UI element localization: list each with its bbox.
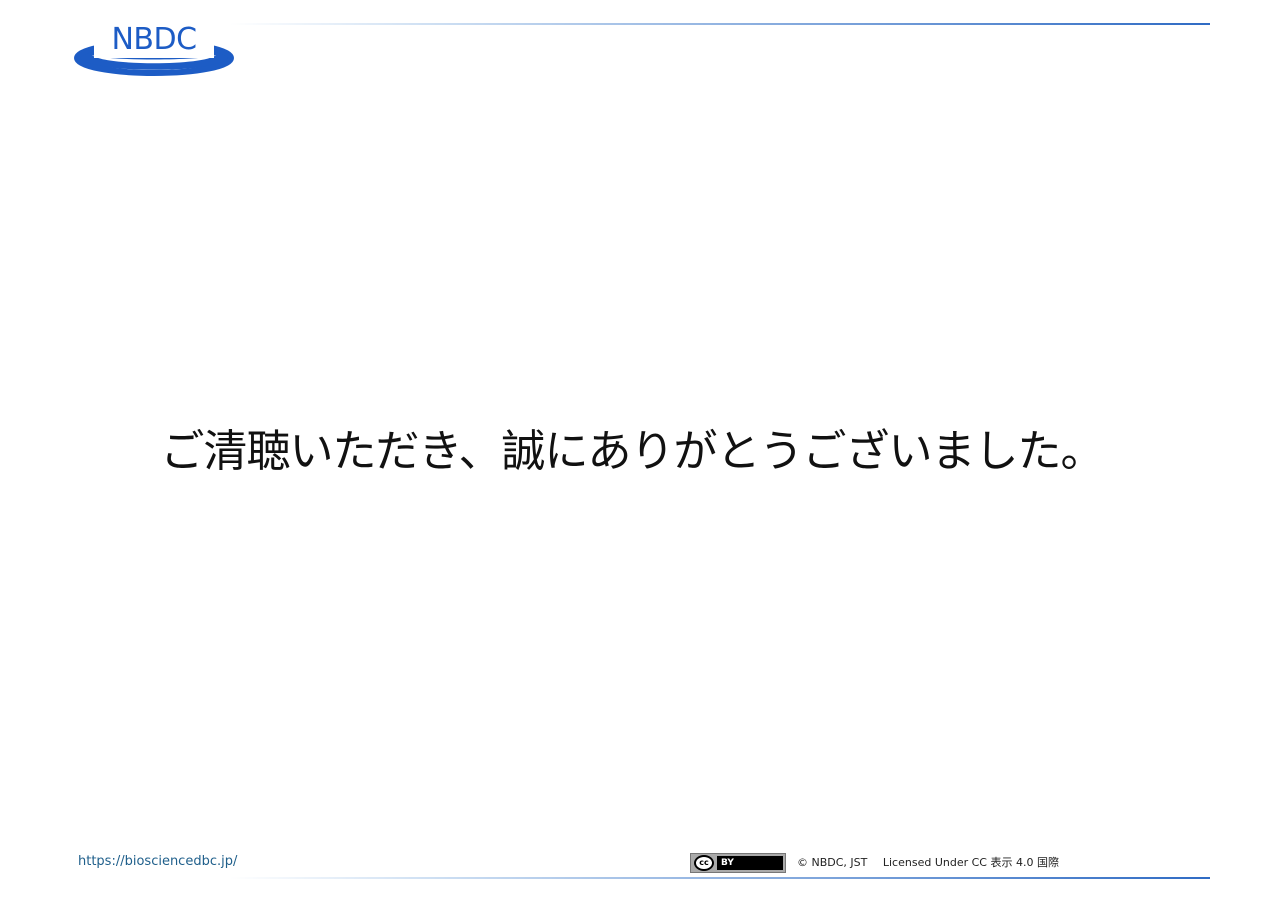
header-divider xyxy=(230,23,1210,25)
footer-url-link[interactable]: https://biosciencedbc.jp/ xyxy=(78,853,237,871)
by-label: BY xyxy=(721,858,734,868)
by-box: BY xyxy=(717,856,783,870)
copyright-text: © NBDC, JST xyxy=(797,856,868,869)
license-text: Licensed Under CC 表示 4.0 国際 xyxy=(882,856,1059,869)
closing-message: ご清聴いただき、誠にありがとうございました。 xyxy=(160,426,1105,477)
license-line: © NBDC, JST Licensed Under CC 表示 4.0 国際 xyxy=(797,855,1059,871)
footer-divider xyxy=(230,877,1210,879)
logo-text: NBDC xyxy=(111,22,197,57)
cc-by-badge[interactable]: cc BY xyxy=(690,853,786,873)
slide: NBDC ご清聴いただき、誠にありがとうございました。 https://bios… xyxy=(0,0,1280,904)
cc-icon: cc xyxy=(694,855,714,871)
nbdc-logo: NBDC xyxy=(74,22,234,82)
